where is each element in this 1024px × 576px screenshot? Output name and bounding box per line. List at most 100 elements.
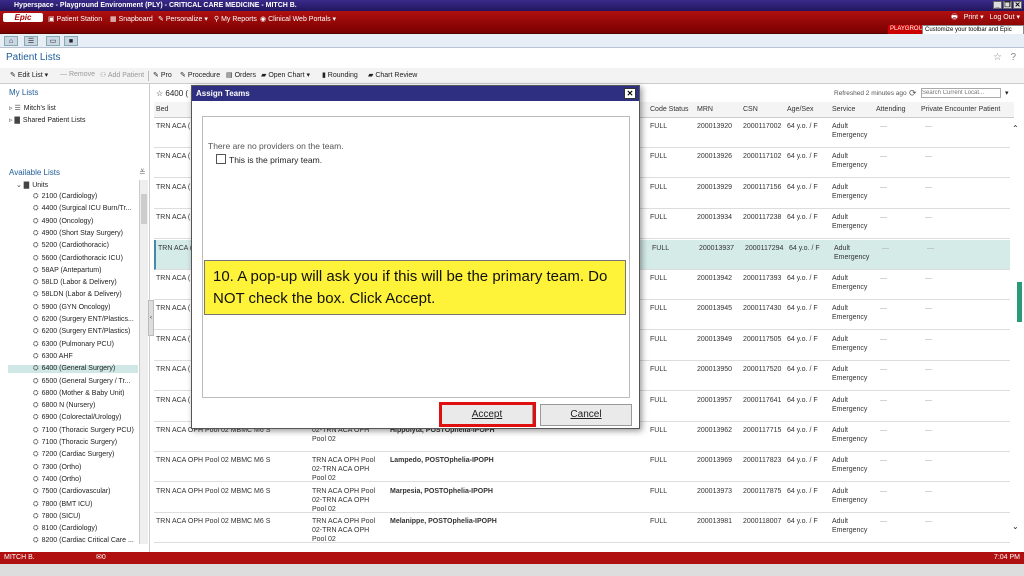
chevron-down-icon[interactable]: ▾ [1005, 89, 1009, 97]
open-chart-button[interactable]: ▰ Open Chart ▾ [261, 71, 310, 79]
print-label: Print [963, 14, 979, 21]
unit-label: 8200 (Cardiac Critical Care ... [41, 537, 134, 545]
rounding-button[interactable]: ▮ Rounding [322, 71, 358, 79]
row-csn: 2000117002 [743, 123, 782, 130]
close-icon[interactable]: ✕ [1013, 1, 1022, 9]
sidebar-item-unit[interactable]: ⛭ 7300 (Ortho) [33, 464, 81, 472]
sidebar-item-unit[interactable]: ⛭ 5200 (Cardiothoracic) [33, 242, 109, 250]
sidebar-item-unit[interactable]: ⛭ 7100 (Thoracic Surgery PCU) [33, 427, 134, 435]
log-out-button[interactable]: Log Out ▾ [990, 13, 1020, 24]
restore-icon[interactable]: ❐ [1003, 1, 1012, 9]
row-mrn: 200013920 [697, 123, 733, 130]
sidebar-item-unit[interactable]: ⛭ 5900 (GYN Oncology) [33, 304, 110, 312]
sidebar-item-unit[interactable]: ⛭ 6900 (Colorectal/Urology) [33, 414, 121, 422]
sidebar-item-unit[interactable]: ⛭ 7800 (SICU) [33, 513, 81, 521]
row-private-empty: — [925, 335, 932, 343]
sidebar-item-unit[interactable]: ⛭ 8100 (Cardiology) [33, 525, 97, 533]
side-tab-marker[interactable] [1017, 282, 1022, 322]
sidebar-item-units[interactable]: ⌄ ▇ Units [16, 181, 48, 189]
sidebar-item-unit[interactable]: ⛭ 4400 (Surgical ICU Burn/Tr... [33, 205, 131, 213]
close-icon[interactable]: ✕ [624, 88, 636, 99]
scroll-up-icon[interactable]: ⌃ [1012, 124, 1019, 133]
row-mrn: 200013949 [697, 335, 733, 343]
epic-button[interactable]: Epic [3, 13, 43, 22]
sidebar-item-unit[interactable]: ⛭ 4900 (Oncology) [33, 218, 93, 226]
orders-button[interactable]: ▤ Orders [226, 71, 256, 79]
sidebar-item-unit[interactable]: ⛭ 8200 (Cardiac Critical Care ... [33, 537, 134, 545]
sidebar-item-unit[interactable]: ⛭ 4900 (Short Stay Surgery) [33, 230, 123, 238]
my-reports-button[interactable]: ⚲ My Reports [214, 15, 257, 25]
row-private-empty: — [927, 244, 934, 252]
column-csn[interactable]: CSN [743, 106, 758, 113]
sidebar-item-unit[interactable]: ⛭ 58LDN (Labor & Delivery) [33, 291, 122, 299]
dialog-titlebar: Assign Teams ✕ [192, 86, 639, 101]
cancel-button[interactable]: Cancel [540, 404, 632, 426]
sidebar-item-unit[interactable]: ⛭ 6800 N (Nursery) [33, 402, 95, 410]
procedure-button[interactable]: ✎ Procedure [180, 71, 220, 79]
sidebar-item-unit[interactable]: ⛭ 7800 (BMT ICU) [33, 501, 92, 509]
add-patient-button[interactable]: ⚇ Add Patient [100, 71, 144, 79]
sidebar-item-mitchs-list[interactable]: ▹ ☰ Mitch's list [9, 104, 56, 112]
unit-icon: ⛭ [33, 340, 39, 348]
sidebar-item-unit[interactable]: ⛭ 6400 (General Surgery) [8, 365, 138, 374]
sidebar-item-unit[interactable]: ⛭ 5600 (Cardiothoracic ICU) [33, 255, 123, 263]
list-tab-icon[interactable]: ☰ [24, 36, 38, 46]
sidebar-item-unit[interactable]: ⛭ 6800 (Mother & Baby Unit) [33, 390, 124, 398]
clinical-web-portals-button[interactable]: ◉ Clinical Web Portals ▾ [260, 15, 336, 25]
row-age-sex: 64 y.o. / F [787, 305, 818, 313]
sidebar-item-shared-lists[interactable]: ▹ ▇ Shared Patient Lists [9, 116, 86, 124]
remove-button[interactable]: — Remove [60, 71, 95, 78]
minimize-icon[interactable]: _ [993, 1, 1002, 9]
table-row[interactable]: TRN ACA OPH Pool 02 MBMC M6 S TRN ACA OPH… [154, 452, 1014, 483]
window-tab-icon[interactable]: ▭ [46, 36, 60, 46]
snapboard-button[interactable]: ▦ Snapboard [110, 15, 153, 25]
primary-team-checkbox[interactable] [216, 154, 226, 164]
row-age-sex: 64 y.o. / F [787, 214, 818, 222]
sidebar-item-unit[interactable]: ⛭ 6300 (Pulmonary PCU) [33, 341, 114, 349]
messages-indicator[interactable]: ✉0 [96, 552, 106, 564]
row-code-status: FULL [650, 275, 668, 282]
column-mrn[interactable]: MRN [697, 106, 713, 113]
column-private-encounter[interactable]: Private Encounter Patient [921, 106, 1000, 113]
printer-icon[interactable]: 🖶 [951, 13, 958, 24]
sidebar-item-unit[interactable]: ⛭ 7200 (Cardiac Surgery) [33, 451, 114, 459]
unit-label: 5600 (Cardiothoracic ICU) [41, 254, 123, 262]
sidebar-item-unit[interactable]: ⛭ 58AP (Antepartum) [33, 267, 101, 275]
unit-icon: ⛭ [33, 242, 39, 250]
edit-list-button[interactable]: ✎ Edit List ▾ [10, 71, 48, 79]
help-icon[interactable]: ? [1010, 52, 1016, 63]
sidebar-scroll-thumb[interactable] [141, 194, 147, 224]
chart-review-button[interactable]: ▰ Chart Review [368, 71, 417, 79]
sidebar-item-unit[interactable]: ⛭ 6200 (Surgery ENT/Plastics) [33, 328, 130, 336]
sidebar-item-unit[interactable]: ⛭ 6500 (General Surgery / Tr... [33, 378, 130, 386]
print-button[interactable]: Print ▾ [964, 13, 984, 24]
sidebar-item-unit[interactable]: ⛭ 2100 (Cardiology) [33, 193, 97, 201]
column-age-sex[interactable]: Age/Sex [787, 106, 813, 113]
patient-station-button[interactable]: ▣ Patient Station [48, 15, 102, 25]
sidebar-item-unit[interactable]: ⛭ 58LD (Labor & Delivery) [33, 279, 117, 287]
sidebar-item-unit[interactable]: ⛭ 6200 (Surgery ENT/Plastics... [33, 316, 134, 324]
tab-strip: ⌂ ☰ ▭ ■ [0, 34, 1024, 48]
table-row[interactable]: TRN ACA OPH Pool 02 MBMC M6 S TRN ACA OPH… [154, 482, 1014, 513]
grid-scrollbar[interactable]: ⌃ ⌄ [1010, 118, 1022, 544]
sidebar-scrollbar[interactable] [139, 180, 148, 544]
star-icon[interactable]: ☆ [993, 52, 1002, 63]
search-input[interactable] [921, 88, 1001, 98]
refresh-icon[interactable]: ⟳ [909, 88, 917, 99]
column-bed[interactable]: Bed [156, 106, 168, 113]
sidebar-item-unit[interactable]: ⛭ 7500 (Cardiovascular) [33, 488, 110, 496]
scroll-down-icon[interactable]: ⌄ [1012, 522, 1019, 531]
sidebar-item-unit[interactable]: ⛭ 6300 AHF [33, 353, 73, 361]
personalize-button[interactable]: ✎ Personalize ▾ [158, 15, 208, 25]
sidebar-item-unit[interactable]: ⛭ 7400 (Ortho) [33, 476, 81, 484]
pro-button[interactable]: ✎ Pro [153, 71, 172, 79]
table-row[interactable]: TRN ACA OPH Pool 02 MBMC M6 S TRN ACA OPH… [154, 513, 1014, 544]
home-tab-icon[interactable]: ⌂ [4, 36, 18, 46]
patient-tab-icon[interactable]: ■ [64, 36, 78, 46]
column-service[interactable]: Service [832, 106, 855, 113]
collapse-icon[interactable]: ≚ [139, 168, 146, 177]
instruction-callout: 10. A pop-up will ask you if this will b… [204, 260, 626, 315]
column-code-status[interactable]: Code Status [650, 106, 689, 113]
column-attending[interactable]: Attending [876, 106, 906, 113]
sidebar-item-unit[interactable]: ⛭ 7100 (Thoracic Surgery) [33, 439, 117, 447]
